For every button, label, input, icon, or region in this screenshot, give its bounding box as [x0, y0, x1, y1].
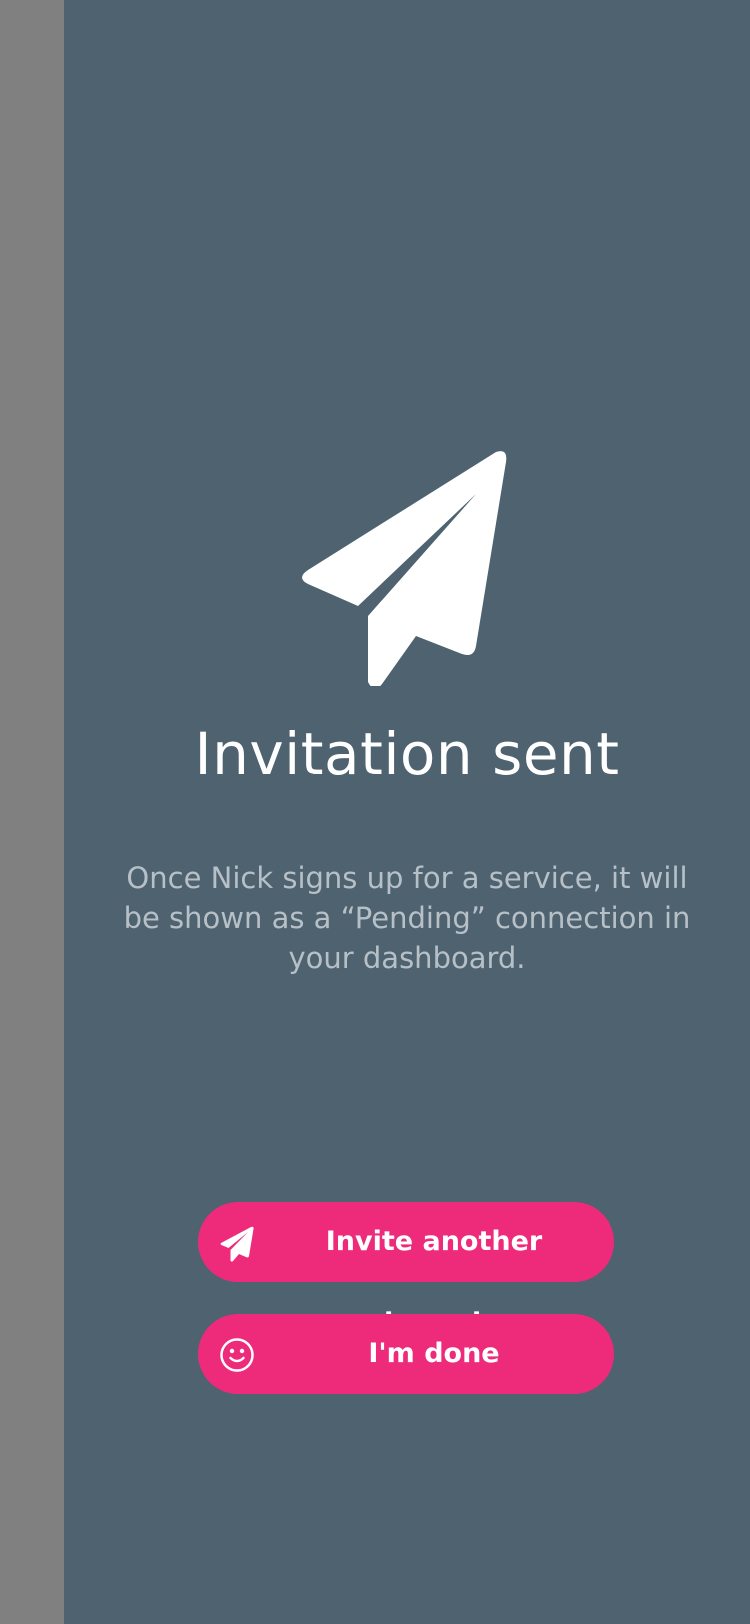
done-button[interactable]: I'm done [198, 1314, 614, 1394]
confirmation-message: Once Nick signs up for a service, it wil… [123, 861, 691, 975]
page-title: Invitation sent [194, 720, 620, 788]
done-label: I'm done [368, 1338, 500, 1369]
smiley-icon [220, 1338, 254, 1372]
invite-another-tenant-button[interactable]: Invite another tenant [198, 1202, 614, 1337]
side-strip [0, 0, 64, 1624]
paper-plane-icon [220, 1226, 254, 1262]
invite-another-tenant-label: Invite another tenant [325, 1226, 543, 1337]
paper-plane-icon [302, 451, 507, 686]
